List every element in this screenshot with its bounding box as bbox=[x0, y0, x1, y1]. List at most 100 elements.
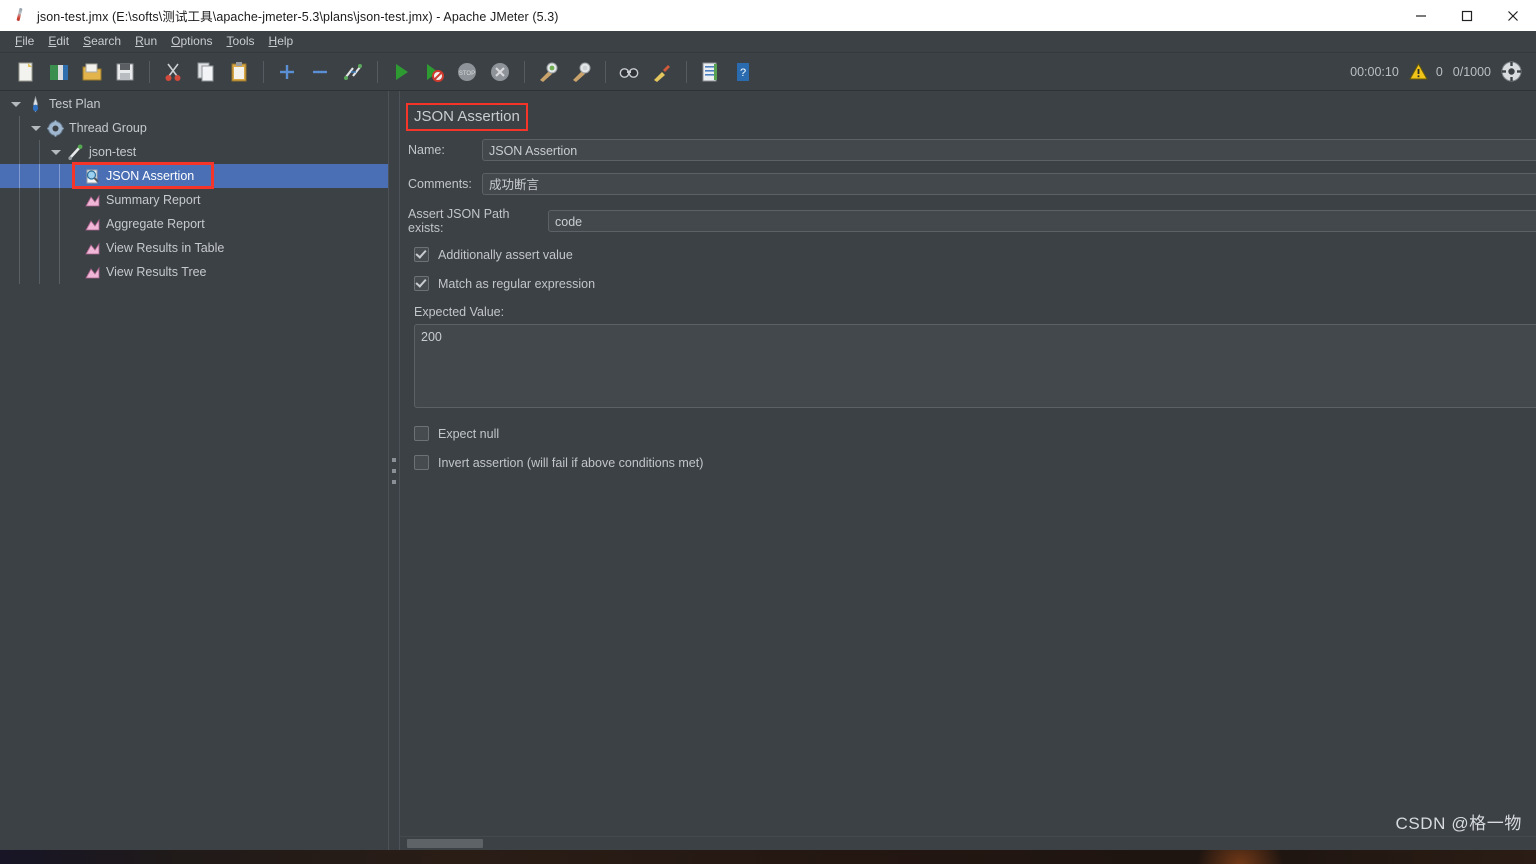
assertion-editor-panel: JSON Assertion Name: JSON Assertion Comm… bbox=[400, 91, 1536, 850]
menu-bar: File Edit Search Run Options Tools Help bbox=[0, 31, 1536, 53]
menu-help[interactable]: Help bbox=[262, 32, 301, 51]
listener-icon bbox=[84, 216, 101, 233]
test-plan-tree[interactable]: Test Plan Thread Group json-test JSON As… bbox=[0, 91, 388, 850]
http-sampler-icon bbox=[67, 144, 84, 161]
start-no-pauses-icon[interactable] bbox=[418, 56, 449, 87]
thread-group-icon bbox=[47, 119, 64, 137]
invert-assertion-checkbox[interactable] bbox=[414, 455, 429, 470]
toolbar: STOP ? 00:00:10 0 0/1000 bbox=[0, 53, 1536, 91]
title-bar: json-test.jmx (E:\softs\测试工具\apache-jmet… bbox=[0, 0, 1536, 31]
window-controls bbox=[1398, 0, 1536, 31]
comments-label: Comments: bbox=[408, 177, 472, 191]
menu-search[interactable]: Search bbox=[76, 32, 128, 51]
additionally-assert-value-label: Additionally assert value bbox=[438, 247, 573, 262]
start-icon[interactable] bbox=[385, 56, 416, 87]
toolbar-separator-3 bbox=[377, 60, 378, 83]
clear-all-icon[interactable] bbox=[565, 56, 596, 87]
horizontal-scrollbar-thumb[interactable] bbox=[407, 839, 483, 848]
split-pane-divider[interactable] bbox=[388, 91, 400, 850]
reset-search-icon[interactable] bbox=[646, 56, 677, 87]
chevron-down-icon[interactable] bbox=[30, 123, 41, 134]
shutdown-icon[interactable] bbox=[484, 56, 515, 87]
function-helper-icon[interactable] bbox=[694, 56, 725, 87]
tree-node-label: Thread Group bbox=[69, 121, 147, 135]
search-icon[interactable] bbox=[613, 56, 644, 87]
stop-icon[interactable]: STOP bbox=[451, 56, 482, 87]
menu-file[interactable]: File bbox=[8, 32, 41, 51]
toolbar-separator-2 bbox=[263, 60, 264, 83]
tree-node-test-plan[interactable]: Test Plan bbox=[0, 92, 388, 116]
expect-null-checkbox[interactable] bbox=[414, 426, 429, 441]
warning-triangle-icon bbox=[1408, 63, 1428, 80]
assertion-form: Name: JSON Assertion Comments: 成功断言 Asse… bbox=[400, 139, 1536, 484]
csdn-watermark: CSDN @格一物 bbox=[1395, 814, 1522, 833]
splitter-grip[interactable] bbox=[392, 457, 396, 484]
expected-value-textarea[interactable]: 200 bbox=[414, 324, 1536, 408]
templates-icon[interactable] bbox=[43, 56, 74, 87]
minimize-icon[interactable] bbox=[1398, 0, 1444, 31]
clear-icon[interactable] bbox=[532, 56, 563, 87]
menu-run[interactable]: Run bbox=[128, 32, 164, 51]
match-as-regular-expression-checkbox[interactable] bbox=[414, 276, 429, 291]
help-icon[interactable]: ? bbox=[727, 56, 758, 87]
listener-icon bbox=[84, 240, 101, 257]
menu-file-rest: ile bbox=[22, 34, 35, 48]
comments-row: Comments: 成功断言 bbox=[408, 173, 1536, 195]
toolbar-separator-1 bbox=[149, 60, 150, 83]
tree-node-json-test[interactable]: json-test bbox=[0, 140, 388, 164]
invert-assertion-row[interactable]: Invert assertion (will fail if above con… bbox=[408, 455, 1536, 470]
warning-count: 0 bbox=[1435, 64, 1443, 79]
horizontal-scrollbar[interactable] bbox=[400, 836, 1536, 850]
copy-icon[interactable] bbox=[190, 56, 221, 87]
comments-input[interactable]: 成功断言 bbox=[482, 173, 1536, 195]
name-label: Name: bbox=[408, 143, 445, 157]
elapsed-time: 00:00:10 bbox=[1350, 64, 1399, 79]
match-regex-row[interactable]: Match as regular expression bbox=[408, 276, 1536, 291]
new-icon[interactable] bbox=[10, 56, 41, 87]
maximize-icon[interactable] bbox=[1444, 0, 1490, 31]
match-as-regular-expression-label: Match as regular expression bbox=[438, 276, 596, 291]
jmeter-window-root: json-test.jmx (E:\softs\测试工具\apache-jmet… bbox=[0, 0, 1536, 864]
json-path-input[interactable]: code bbox=[548, 210, 1536, 232]
listener-icon bbox=[84, 264, 101, 281]
save-icon[interactable] bbox=[109, 56, 140, 87]
paste-icon[interactable] bbox=[223, 56, 254, 87]
chevron-down-icon[interactable] bbox=[10, 99, 21, 110]
menu-run-rest: un bbox=[143, 34, 158, 48]
close-icon[interactable] bbox=[1490, 0, 1536, 31]
window-title: json-test.jmx (E:\softs\测试工具\apache-jmet… bbox=[37, 10, 559, 24]
menu-search-rest: earch bbox=[91, 34, 122, 48]
jmeter-feather-icon bbox=[12, 7, 28, 24]
name-input[interactable]: JSON Assertion bbox=[482, 139, 1536, 161]
name-row: Name: JSON Assertion bbox=[408, 139, 1536, 161]
menu-edit[interactable]: Edit bbox=[41, 32, 76, 51]
json-path-label: Assert JSON Path exists: bbox=[408, 207, 510, 235]
collapse-all-icon[interactable] bbox=[304, 56, 335, 87]
tree-node-thread-group[interactable]: Thread Group bbox=[0, 116, 388, 140]
tree-node-label: View Results Tree bbox=[106, 265, 207, 279]
tree-node-view-results-tree[interactable]: View Results Tree bbox=[0, 260, 388, 284]
expect-null-row[interactable]: Expect null bbox=[408, 426, 1536, 441]
menu-help-rest: elp bbox=[277, 34, 294, 48]
tree-node-json-assertion[interactable]: JSON Assertion bbox=[0, 162, 388, 189]
tree-node-view-results-table[interactable]: View Results in Table bbox=[0, 236, 388, 260]
tree-node-label: Summary Report bbox=[106, 193, 201, 207]
test-plan-icon bbox=[27, 95, 44, 113]
expected-value-label: Expected Value: bbox=[414, 305, 505, 319]
menu-options[interactable]: Options bbox=[164, 32, 219, 51]
cut-icon[interactable] bbox=[157, 56, 188, 87]
open-icon[interactable] bbox=[76, 56, 107, 87]
additionally-assert-value-row[interactable]: Additionally assert value bbox=[408, 247, 1536, 262]
tree-node-aggregate-report[interactable]: Aggregate Report bbox=[0, 212, 388, 236]
tree-node-label: Aggregate Report bbox=[106, 217, 205, 231]
chevron-down-icon[interactable] bbox=[50, 147, 61, 158]
menu-tools[interactable]: Tools bbox=[220, 32, 262, 51]
additionally-assert-value-checkbox[interactable] bbox=[414, 247, 429, 262]
json-path-row: Assert JSON Path exists: code bbox=[408, 207, 1536, 235]
tree-node-summary-report[interactable]: Summary Report bbox=[0, 188, 388, 212]
remote-engines-icon[interactable] bbox=[1501, 61, 1522, 82]
expand-all-icon[interactable] bbox=[271, 56, 302, 87]
invert-assertion-label: Invert assertion (will fail if above con… bbox=[438, 455, 704, 470]
toggle-icon[interactable] bbox=[337, 56, 368, 87]
warning-indicator[interactable]: 0 bbox=[1408, 63, 1443, 80]
